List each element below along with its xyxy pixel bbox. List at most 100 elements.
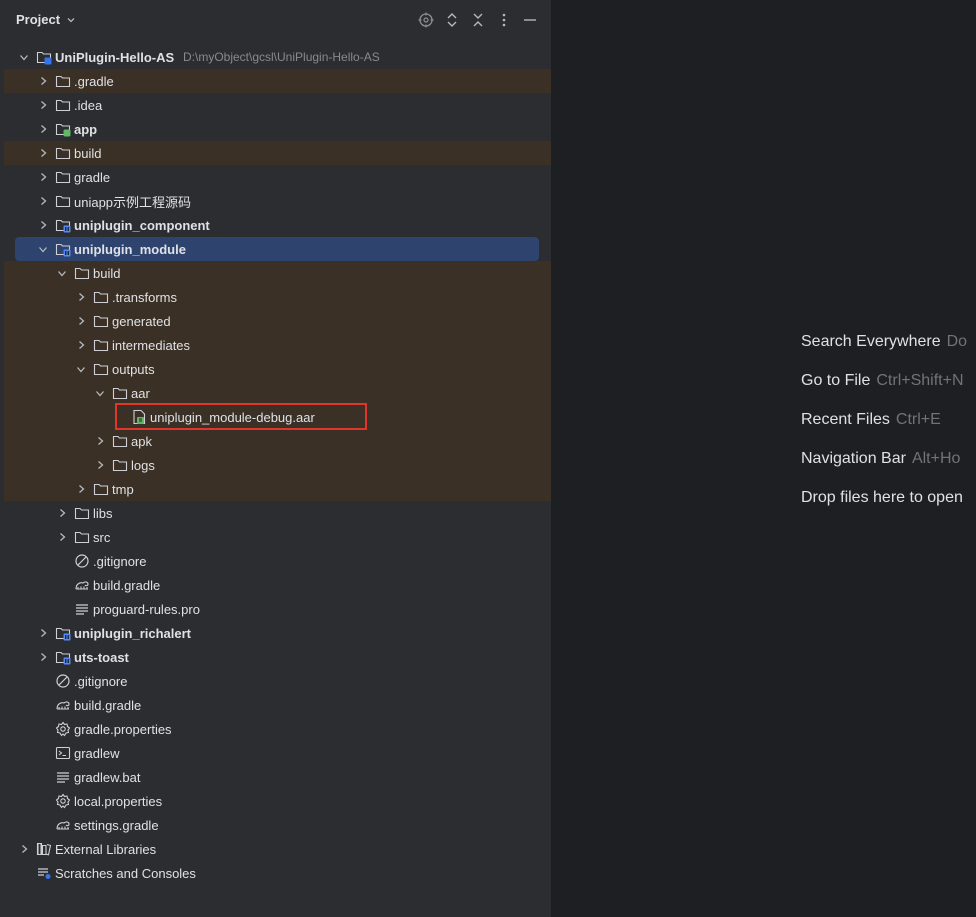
chevron-down-icon[interactable] (94, 387, 106, 399)
tree-item[interactable]: gradlew (4, 741, 551, 765)
settings-file-icon (55, 793, 71, 809)
tree-item[interactable]: .idea (4, 93, 551, 117)
project-path: D:\myObject\gcsl\UniPlugin-Hello-AS (183, 50, 380, 64)
chevron-right-icon[interactable] (94, 435, 106, 447)
chevron-right-icon[interactable] (37, 99, 49, 111)
chevron-right-icon[interactable] (75, 315, 87, 327)
tree-item-label: uniplugin_module (74, 241, 186, 257)
chevron-right-icon[interactable] (56, 531, 68, 543)
tree-item[interactable]: uniplugin_module-debug.aar (4, 405, 551, 429)
chevron-down-icon[interactable] (56, 267, 68, 279)
tree-item-label: outputs (112, 361, 155, 377)
editor-hint: Search Everywhere Do (801, 333, 967, 351)
tree-item[interactable]: logs (4, 453, 551, 477)
tree-item[interactable]: .gradle (4, 69, 551, 93)
expand-all-icon[interactable] (443, 11, 461, 29)
tree-item[interactable]: generated (4, 309, 551, 333)
chevron-right-icon[interactable] (75, 483, 87, 495)
chevron-right-icon[interactable] (75, 339, 87, 351)
tree-item[interactable]: .gitignore (4, 549, 551, 573)
chevron-down-icon (67, 17, 75, 22)
tree-item[interactable]: UniPlugin-Hello-AS D:\myObject\gcsl\UniPl… (4, 45, 551, 69)
collapse-all-icon[interactable] (469, 11, 487, 29)
tree-item[interactable]: gradle.properties (4, 717, 551, 741)
folder-icon (55, 145, 71, 161)
panel-header: Project (0, 0, 551, 40)
editor-hint: Go to File Ctrl+Shift+N (801, 372, 964, 390)
chevron-right-icon[interactable] (37, 651, 49, 663)
tree-item[interactable]: External Libraries (4, 837, 551, 861)
ignore-file-icon (55, 673, 71, 689)
tree-item-label: gradlew.bat (74, 769, 141, 785)
hint-action: Navigation Bar (801, 450, 906, 467)
chevron-right-icon[interactable] (37, 123, 49, 135)
tree-item[interactable]: app (4, 117, 551, 141)
tree-item-label: .gitignore (93, 553, 147, 569)
tree-item[interactable]: gradle (4, 165, 551, 189)
more-options-icon[interactable] (495, 11, 513, 29)
chevron-right-icon[interactable] (18, 843, 30, 855)
chevron-right-icon[interactable] (37, 147, 49, 159)
chevron-down-icon[interactable] (37, 243, 49, 255)
chevron-down-icon[interactable] (75, 363, 87, 375)
hint-action: Search Everywhere (801, 333, 941, 350)
folder-icon (93, 337, 109, 353)
tree-item[interactable]: Scratches and Consoles (4, 861, 551, 885)
folder-icon (55, 73, 71, 89)
tree-item[interactable]: outputs (4, 357, 551, 381)
tree-item[interactable]: gradlew.bat (4, 765, 551, 789)
tree-item[interactable]: build.gradle (4, 693, 551, 717)
chevron-down-icon[interactable] (18, 51, 30, 63)
tree-item[interactable]: uts-toast (4, 645, 551, 669)
tree-item[interactable]: uniplugin_module (15, 237, 539, 261)
editor-hint: Recent Files Ctrl+E (801, 411, 941, 429)
text-file-icon (55, 769, 71, 785)
tree-item[interactable]: intermediates (4, 333, 551, 357)
project-view-selector[interactable]: Project (16, 12, 76, 27)
tree-item-label: build (93, 265, 121, 281)
tree-item[interactable]: uniapp示例工程源码 (4, 189, 551, 213)
tree-item[interactable]: tmp (4, 477, 551, 501)
tree-item[interactable]: src (4, 525, 551, 549)
tree-item[interactable]: uniplugin_component (4, 213, 551, 237)
tree-item[interactable]: libs (4, 501, 551, 525)
tree-item-label: .gitignore (74, 673, 128, 689)
tree-item[interactable]: uniplugin_richalert (4, 621, 551, 645)
tree-item-label: uniplugin_richalert (74, 625, 192, 641)
chevron-right-icon[interactable] (56, 507, 68, 519)
chevron-right-icon[interactable] (37, 195, 49, 207)
tree-item[interactable]: local.properties (4, 789, 551, 813)
tree-item-label: intermediates (112, 337, 191, 353)
tree-item-label: build.gradle (93, 577, 161, 593)
tree-item[interactable]: settings.gradle (4, 813, 551, 837)
hint-action: Go to File (801, 372, 871, 389)
editor-empty-area: Search Everywhere Do Go to File Ctrl+Shift+… (552, 0, 976, 917)
chevron-right-icon[interactable] (75, 291, 87, 303)
tree-item[interactable]: aar (4, 381, 551, 405)
library-module-icon (55, 241, 71, 257)
folder-icon (112, 385, 128, 401)
locate-icon[interactable] (417, 11, 435, 29)
chevron-right-icon[interactable] (37, 627, 49, 639)
project-panel: Project UniPlugin-Hello-AS D:\myObject\gc… (0, 0, 551, 917)
tree-item[interactable]: proguard-rules.pro (4, 597, 551, 621)
library-module-icon (55, 625, 71, 641)
tree-item[interactable]: apk (4, 429, 551, 453)
folder-icon (74, 505, 90, 521)
hint-shortcut: Alt+Ho (911, 450, 961, 467)
tree-item-label: uniplugin_component (74, 217, 210, 233)
chevron-right-icon[interactable] (37, 171, 49, 183)
editor-hint: Drop files here to open (801, 489, 963, 507)
chevron-right-icon[interactable] (37, 75, 49, 87)
chevron-right-icon[interactable] (94, 459, 106, 471)
tree-item[interactable]: build.gradle (4, 573, 551, 597)
chevron-right-icon[interactable] (37, 219, 49, 231)
tree-item[interactable]: build (4, 261, 551, 285)
minimize-icon[interactable] (521, 11, 539, 29)
tree-item[interactable]: .gitignore (4, 669, 551, 693)
folder-icon (93, 313, 109, 329)
tree-item[interactable]: build (4, 141, 551, 165)
tree-item[interactable]: .transforms (4, 285, 551, 309)
library-module-icon (55, 649, 71, 665)
hint-action: Recent Files (801, 411, 890, 428)
